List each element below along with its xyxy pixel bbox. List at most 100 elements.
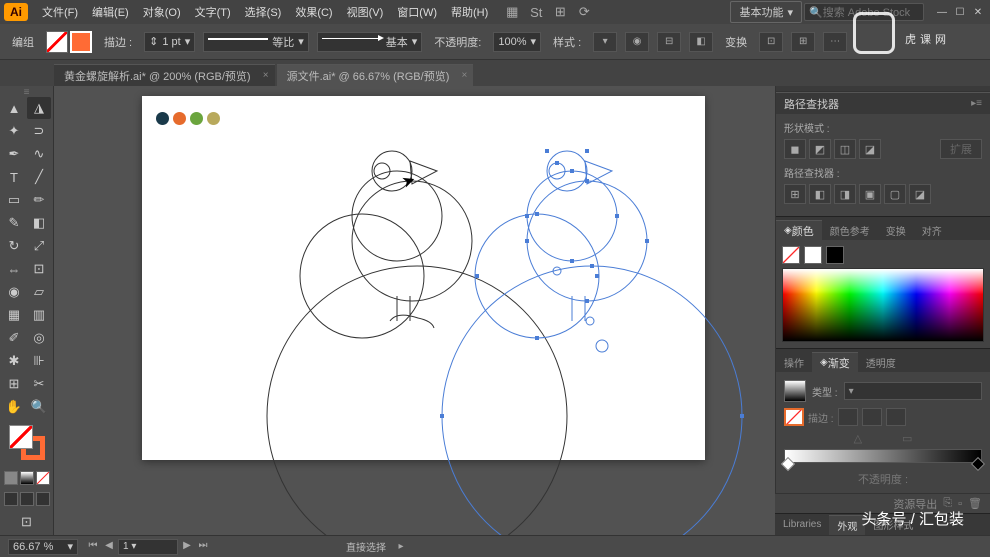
trash-icon[interactable]: 🗑 <box>968 497 982 510</box>
stroke-opt-3-icon[interactable] <box>886 408 906 426</box>
menu-select[interactable]: 选择(S) <box>239 1 288 23</box>
gradient-tool-icon[interactable]: ▥ <box>27 304 51 326</box>
prev-artboard-icon[interactable]: ◀ <box>102 539 116 553</box>
gradient-preview[interactable] <box>784 380 806 402</box>
actions-tab[interactable]: 操作 <box>776 352 812 372</box>
draw-behind-icon[interactable] <box>20 492 34 506</box>
minus-back-icon[interactable]: ◪ <box>909 184 931 204</box>
slice-tool-icon[interactable]: ✂ <box>27 373 51 395</box>
zoom-tool-icon[interactable]: 🔍 <box>27 396 51 418</box>
menu-help[interactable]: 帮助(H) <box>445 1 494 23</box>
last-artboard-icon[interactable]: ⏭ <box>196 539 210 553</box>
transform-tab[interactable]: 变换 <box>878 220 914 240</box>
mesh-tool-icon[interactable]: ▦ <box>2 304 26 326</box>
selection-tool-icon[interactable]: ▲ <box>2 97 26 119</box>
color-guide-tab[interactable]: 颜色参考 <box>822 220 878 240</box>
canvas[interactable]: ➤ <box>54 86 775 535</box>
screen-mode-icon[interactable]: ⊡ <box>2 511 51 533</box>
panel-menu-icon[interactable]: ▸≡ <box>971 98 982 109</box>
workspace-selector[interactable]: 基本功能▾ <box>730 1 802 23</box>
fill-stroke-selector[interactable] <box>9 425 45 460</box>
edit-button[interactable]: ⊞ <box>791 32 815 52</box>
fill-swatch[interactable] <box>46 31 68 53</box>
window-minimize[interactable]: — <box>934 5 950 19</box>
recolor-button[interactable]: ◉ <box>625 32 649 52</box>
transparency-tab[interactable]: 透明度 <box>858 352 904 372</box>
stroke-profile[interactable]: 等比▾ <box>203 32 309 52</box>
symbol-sprayer-tool-icon[interactable]: ✱ <box>2 350 26 372</box>
tab-close-icon[interactable]: × <box>263 70 269 81</box>
style-selector[interactable]: ▾ <box>593 32 617 52</box>
graph-tool-icon[interactable]: ⊪ <box>27 350 51 372</box>
black-swatch[interactable] <box>826 246 844 264</box>
rotate-tool-icon[interactable]: ↻ <box>2 235 26 257</box>
stroke-opt-1-icon[interactable] <box>838 408 858 426</box>
gpu-icon[interactable]: ⟳ <box>576 4 592 20</box>
type-tool-icon[interactable]: T <box>2 166 26 188</box>
perspective-tool-icon[interactable]: ▱ <box>27 281 51 303</box>
isolate-button[interactable]: ⊡ <box>759 32 783 52</box>
shaper-tool-icon[interactable]: ✎ <box>2 212 26 234</box>
fill-color-swatch[interactable] <box>782 246 800 264</box>
more-button[interactable]: ⋯ <box>823 32 847 52</box>
shape-builder-tool-icon[interactable]: ◉ <box>2 281 26 303</box>
zoom-selector[interactable]: 66.67 %▾ <box>8 539 78 555</box>
free-transform-tool-icon[interactable]: ⊡ <box>27 258 51 280</box>
window-close[interactable]: ✕ <box>970 5 986 19</box>
line-tool-icon[interactable]: ╱ <box>27 166 51 188</box>
status-menu-icon[interactable]: ▸ <box>394 540 408 554</box>
align-button[interactable]: ⊟ <box>657 32 681 52</box>
fill-color-icon[interactable] <box>9 425 33 449</box>
hand-tool-icon[interactable]: ✋ <box>2 396 26 418</box>
eyedropper-tool-icon[interactable]: ✐ <box>2 327 26 349</box>
libraries-tab[interactable]: Libraries <box>775 515 829 535</box>
gradient-fill-box[interactable] <box>784 408 804 426</box>
pen-tool-icon[interactable]: ✒ <box>2 143 26 165</box>
window-maximize[interactable]: ☐ <box>952 5 968 19</box>
stock-icon[interactable]: St <box>528 4 544 20</box>
document-tab-1[interactable]: 黄金螺旋解析.ai* @ 200% (RGB/预览)× <box>54 64 275 86</box>
menu-file[interactable]: 文件(F) <box>36 1 84 23</box>
brush-definition[interactable]: 基本▾ <box>317 32 423 52</box>
crop-icon[interactable]: ▣ <box>859 184 881 204</box>
stroke-swatch[interactable] <box>70 31 92 53</box>
align-tab[interactable]: 对齐 <box>914 220 950 240</box>
bridge-icon[interactable]: ▦ <box>504 4 520 20</box>
tab-close-icon[interactable]: × <box>462 70 468 81</box>
merge-icon[interactable]: ◨ <box>834 184 856 204</box>
menu-object[interactable]: 对象(O) <box>137 1 187 23</box>
outline-icon[interactable]: ▢ <box>884 184 906 204</box>
menu-window[interactable]: 窗口(W) <box>391 1 443 23</box>
transform-label[interactable]: 变换 <box>721 34 751 50</box>
exclude-icon[interactable]: ◪ <box>859 139 881 159</box>
intersect-icon[interactable]: ◫ <box>834 139 856 159</box>
direct-selection-tool-icon[interactable]: ◮ <box>27 97 51 119</box>
none-mode-icon[interactable] <box>36 471 50 485</box>
artboard-nav-select[interactable]: 1 ▾ <box>118 539 178 555</box>
magic-wand-tool-icon[interactable]: ✦ <box>2 120 26 142</box>
rectangle-tool-icon[interactable]: ▭ <box>2 189 26 211</box>
artboard-tool-icon[interactable]: ⊞ <box>2 373 26 395</box>
gradient-mode-icon[interactable] <box>20 471 34 485</box>
stroke-opt-2-icon[interactable] <box>862 408 882 426</box>
white-swatch[interactable] <box>804 246 822 264</box>
curvature-tool-icon[interactable]: ∿ <box>27 143 51 165</box>
width-tool-icon[interactable]: ⇔ <box>2 258 26 280</box>
opacity-input[interactable]: 100%▾ <box>493 32 541 52</box>
menu-view[interactable]: 视图(V) <box>341 1 390 23</box>
divide-icon[interactable]: ⊞ <box>784 184 806 204</box>
toolbox-grip[interactable] <box>2 88 51 96</box>
shape-button[interactable]: ◧ <box>689 32 713 52</box>
color-mode-icon[interactable] <box>4 471 18 485</box>
gradient-type-select[interactable]: ▾ <box>844 382 982 400</box>
pathfinder-panel-header[interactable]: 路径查找器▸≡ <box>776 92 990 114</box>
new-icon[interactable]: ▫ <box>958 498 962 510</box>
next-artboard-icon[interactable]: ▶ <box>180 539 194 553</box>
stroke-weight-input[interactable]: ⇕1 pt▾ <box>144 32 195 52</box>
gradient-tab[interactable]: ◈ 渐变 <box>812 352 858 372</box>
graphic-styles-tab[interactable]: 图形样式 <box>865 515 921 535</box>
menu-effect[interactable]: 效果(C) <box>289 1 338 23</box>
menu-type[interactable]: 文字(T) <box>189 1 237 23</box>
arrange-icon[interactable]: ⊞ <box>552 4 568 20</box>
gradient-slider[interactable] <box>784 449 982 463</box>
